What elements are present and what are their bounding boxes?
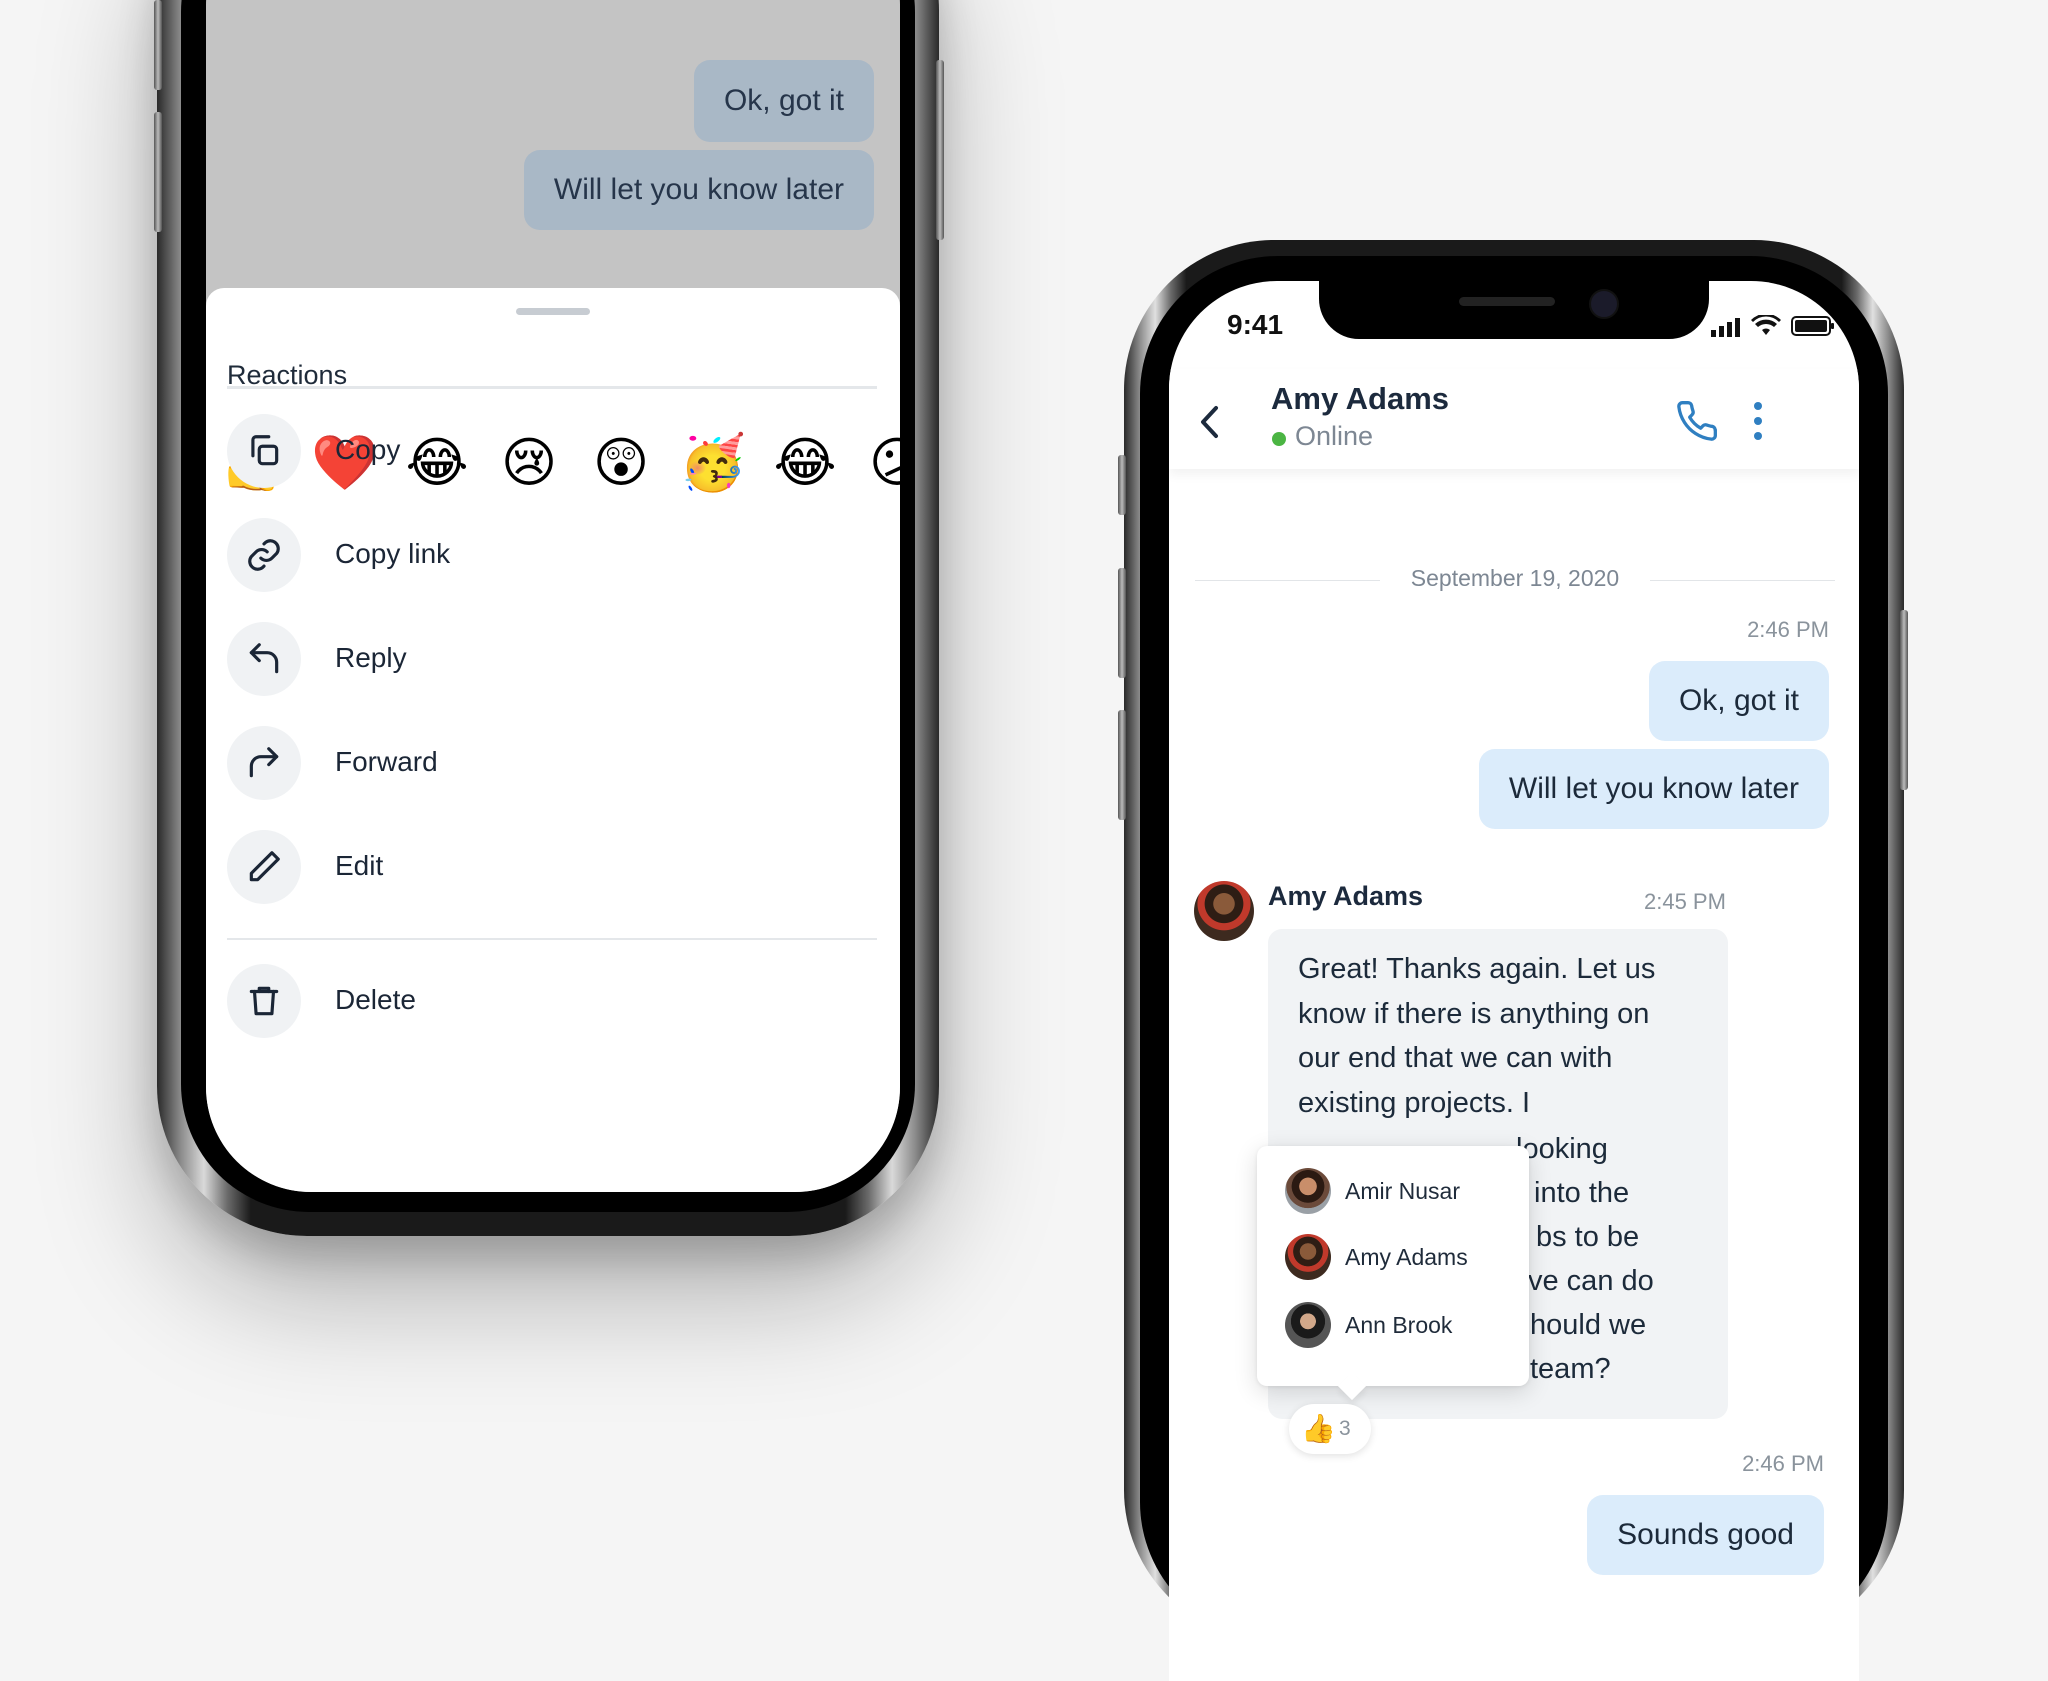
reactor-name: Ann Brook <box>1345 1312 1453 1338</box>
left-phone-side-button <box>154 112 162 232</box>
right-phone-side-button <box>1118 455 1126 515</box>
message-fragment: into the <box>1534 1177 1630 1209</box>
avatar <box>1285 1302 1331 1348</box>
date-separator-line <box>1650 580 1835 581</box>
outgoing-message[interactable]: Ok, got it <box>1648 661 1829 741</box>
reaction-confused[interactable]: 😕 <box>862 428 900 498</box>
menu-label: Copy <box>335 434 401 465</box>
reactor-row[interactable]: Ann Brook <box>1285 1302 1525 1350</box>
reactors-popover: Amir Nusar Amy Adams Ann Brook <box>1257 1146 1529 1401</box>
more-vertical-icon[interactable] <box>1751 399 1765 443</box>
dimmed-outgoing-bubble: Ok, got it <box>693 60 874 142</box>
message-timestamp: 2:45 PM <box>1644 889 1726 914</box>
status-time: 9:41 <box>1227 309 1284 340</box>
date-separator: September 19, 2020 <box>1195 561 1835 601</box>
reply-icon <box>227 622 301 696</box>
reactions-actual-divider <box>227 387 877 389</box>
avatar <box>1285 1168 1331 1214</box>
phone-notch <box>1319 281 1709 339</box>
sheet-drag-handle[interactable] <box>516 308 590 315</box>
contact-name[interactable]: Amy Adams <box>1271 381 1449 417</box>
message-timestamp: 2:46 PM <box>1747 617 1829 642</box>
reaction-chip[interactable]: 👍 3 <box>1289 1404 1371 1454</box>
dimmed-outgoing-bubble: Will let you know later <box>523 150 874 230</box>
forward-icon <box>227 726 301 800</box>
menu-item-copy[interactable]: Copy <box>227 412 867 492</box>
right-phone-side-button <box>1900 610 1908 790</box>
pencil-icon <box>227 830 301 904</box>
online-status: Online <box>1295 421 1374 451</box>
chat-header: Amy Adams Online <box>1169 369 1859 469</box>
menu-label: Forward <box>335 746 438 777</box>
reactor-name: Amir Nusar <box>1345 1178 1461 1204</box>
right-phone-frame: 9:41 Amy Adams Online September 19, 2020… <box>1124 240 1904 1681</box>
message-fragment: ve can do <box>1528 1265 1654 1297</box>
message-fragment: hould we <box>1530 1309 1647 1341</box>
menu-label: Copy link <box>335 538 451 569</box>
speaker-grille <box>1459 297 1555 306</box>
reactor-row[interactable]: Amir Nusar <box>1285 1168 1525 1216</box>
message-fragment: team? <box>1530 1353 1611 1385</box>
avatar[interactable] <box>1194 881 1254 941</box>
left-phone-frame: Ok, got it Will let you know later React… <box>157 0 939 1236</box>
reaction-count: 3 <box>1339 1417 1351 1440</box>
message-fragment: bs to be <box>1536 1221 1640 1253</box>
delete-divider <box>227 938 877 940</box>
message-timestamp: 2:46 PM <box>1742 1451 1824 1476</box>
signal-icon <box>1711 318 1740 337</box>
menu-label: Reply <box>335 642 407 673</box>
copy-icon <box>227 414 301 488</box>
sender-name: Amy Adams <box>1268 881 1424 911</box>
message-actions-sheet: Reactions 👍 ❤️ 😂 😢 😲 🥳 😂 😕 <box>206 288 900 1192</box>
left-phone-side-button <box>936 60 944 240</box>
link-icon <box>227 518 301 592</box>
phone-icon[interactable] <box>1675 399 1719 443</box>
date-separator-text: September 19, 2020 <box>1410 565 1620 591</box>
wifi-icon <box>1751 315 1781 335</box>
menu-item-reply[interactable]: Reply <box>227 620 867 700</box>
back-chevron-icon[interactable] <box>1199 405 1221 439</box>
thumbs-up-icon: 👍 <box>1301 1413 1336 1444</box>
menu-item-edit[interactable]: Edit <box>227 828 867 908</box>
online-indicator <box>1272 432 1286 446</box>
menu-item-delete[interactable]: Delete <box>227 962 867 1042</box>
outgoing-message[interactable]: Will let you know later <box>1478 749 1829 829</box>
trash-icon <box>227 964 301 1038</box>
menu-item-forward[interactable]: Forward <box>227 724 867 804</box>
incoming-message-text: Great! Thanks again. Let us know if ther… <box>1298 953 1656 1119</box>
front-camera <box>1589 289 1619 319</box>
right-phone-screen: 9:41 Amy Adams Online September 19, 2020… <box>1169 281 1859 1681</box>
right-phone-side-button <box>1118 568 1126 678</box>
menu-label: Delete <box>335 984 416 1015</box>
right-phone-side-button <box>1118 710 1126 820</box>
reactor-name: Amy Adams <box>1345 1244 1468 1270</box>
battery-icon <box>1791 316 1834 336</box>
status-icons <box>1711 315 1835 337</box>
left-phone-side-button <box>154 0 162 90</box>
message-fragment: looking <box>1516 1133 1608 1165</box>
reactor-row[interactable]: Amy Adams <box>1285 1234 1525 1282</box>
left-phone-screen: Ok, got it Will let you know later React… <box>206 0 900 1192</box>
outgoing-message[interactable]: Sounds good <box>1587 1495 1824 1575</box>
menu-label: Edit <box>335 850 384 881</box>
menu-item-copy-link[interactable]: Copy link <box>227 516 867 596</box>
avatar <box>1285 1234 1331 1280</box>
